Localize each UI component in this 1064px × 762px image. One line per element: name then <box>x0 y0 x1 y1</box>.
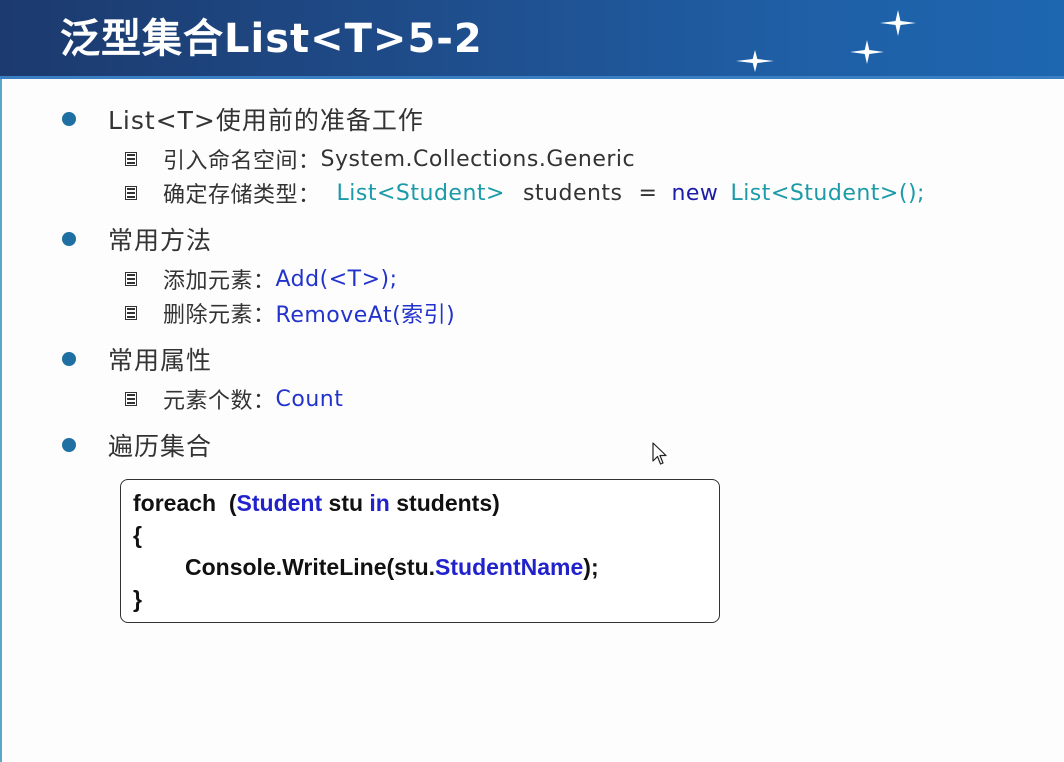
code-keyword: StudentName <box>435 554 584 580</box>
bullet-dot-icon <box>62 232 76 246</box>
code-ctor: List<Student>(); <box>730 180 925 206</box>
list-item-namespace: 引入命名空间： System.Collections.Generic <box>125 143 635 175</box>
code-new: new <box>671 180 719 206</box>
bullet-dot-icon <box>62 112 76 126</box>
code-token: ); <box>583 554 599 580</box>
code-token: foreach ( <box>133 490 237 516</box>
item-label: 确定存储类型： <box>163 183 321 208</box>
list-item-type: 确定存储类型： List<Student> students = new Lis… <box>125 177 925 209</box>
code-line-foreach: foreach (Student stu in students) <box>133 490 500 517</box>
list-square-icon <box>125 186 137 200</box>
header-divider <box>0 76 1064 79</box>
slide-title: 泛型集合List<T>5-2 <box>60 16 483 62</box>
section-prep: List<T>使用前的准备工作 <box>62 99 424 139</box>
slide: 泛型集合List<T>5-2 List<T>使用前的准备工作 引入命名空间： S… <box>0 0 1064 762</box>
item-label: 删除元素： <box>163 303 276 328</box>
code-var: students <box>522 180 623 206</box>
code-eq: = <box>638 180 658 206</box>
code-token: stu <box>322 490 370 516</box>
code-block: foreach (Student stu in students) { Cons… <box>120 479 720 623</box>
item-label: 添加元素： <box>163 269 276 294</box>
section-properties: 常用属性 <box>62 339 212 379</box>
list-square-icon <box>125 392 137 406</box>
star-icon <box>736 50 774 72</box>
item-value: Add(<T>); <box>275 266 398 292</box>
slide-left-border <box>0 0 2 762</box>
item-value: RemoveAt(索引) <box>275 303 456 328</box>
star-icon <box>850 40 884 64</box>
list-item-remove: 删除元素： RemoveAt(索引) <box>125 297 455 329</box>
code-line-close-brace: } <box>133 586 142 612</box>
section-heading: 常用方法 <box>108 226 213 255</box>
list-square-icon <box>125 272 137 286</box>
item-label: 引入命名空间： <box>163 149 321 174</box>
section-methods: 常用方法 <box>62 219 212 259</box>
code-token: students) <box>389 490 500 516</box>
code-type: List<Student> <box>336 180 505 206</box>
list-item-count: 元素个数： Count <box>125 383 343 415</box>
list-square-icon <box>125 152 137 166</box>
list-square-icon <box>125 306 137 320</box>
code-keyword: Student <box>236 490 323 516</box>
section-iterate: 遍历集合 <box>62 425 212 465</box>
bullet-dot-icon <box>62 438 76 452</box>
item-value: System.Collections.Generic <box>320 146 636 172</box>
bullet-dot-icon <box>62 352 76 366</box>
code-keyword: in <box>369 490 390 516</box>
slide-header: 泛型集合List<T>5-2 <box>0 0 1064 77</box>
list-item-add: 添加元素： Add(<T>); <box>125 263 398 295</box>
star-icon <box>880 10 916 36</box>
code-line-open-brace: { <box>133 522 142 548</box>
item-label: 元素个数： <box>163 389 276 414</box>
section-heading: 常用属性 <box>108 346 213 375</box>
code-line-writeline: Console.WriteLine(stu.StudentName); <box>185 554 599 581</box>
section-heading: 遍历集合 <box>108 432 213 461</box>
mouse-cursor-icon <box>652 442 667 465</box>
item-value: Count <box>275 386 344 412</box>
code-token: Console.WriteLine(stu. <box>185 554 436 580</box>
section-heading: List<T>使用前的准备工作 <box>108 106 424 135</box>
